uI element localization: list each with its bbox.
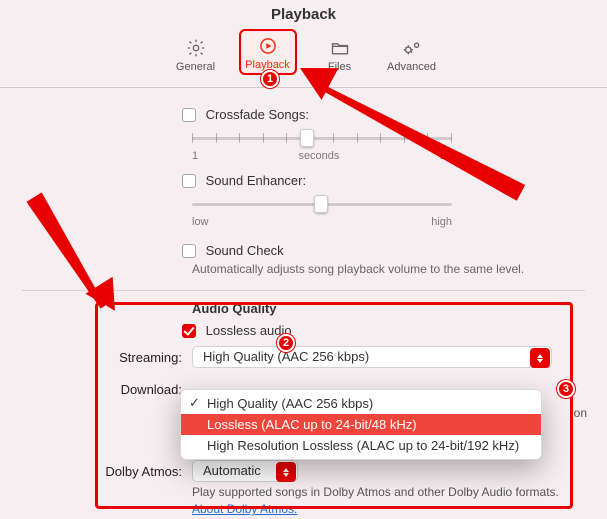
dolby-dropdown[interactable]: Automatic [192,460,298,482]
annotation-ring-3: 3 [557,380,575,398]
download-dropdown-menu: High Quality (AAC 256 kbps) Lossless (AL… [180,389,542,460]
audio-quality-title: Audio Quality [192,301,585,316]
annotation-ring-2: 2 [277,334,295,352]
soundcheck-hint: Automatically adjusts song playback volu… [192,262,585,276]
tab-general[interactable]: General [167,29,225,75]
play-circle-icon [258,35,278,57]
menu-item-hires-lossless[interactable]: High Resolution Lossless (ALAC up to 24-… [181,435,541,456]
enhancer-checkbox[interactable] [182,174,196,188]
enhancer-slider[interactable] [192,196,452,212]
menu-item-high-quality[interactable]: High Quality (AAC 256 kbps) [181,393,541,414]
annotation-ring-1: 1 [261,70,279,88]
lossless-checkbox[interactable] [182,324,196,338]
soundcheck-checkbox[interactable] [182,244,196,258]
chevron-updown-icon [530,348,550,368]
window-title: Playback [0,0,607,23]
crossfade-label: Crossfade Songs: [206,107,309,122]
gears-icon [401,37,423,59]
soundcheck-label: Sound Check [206,243,284,258]
streaming-dropdown[interactable]: High Quality (AAC 256 kbps) [192,346,552,368]
tab-playback[interactable]: Playback [239,29,297,75]
dolby-label: Dolby Atmos: [22,464,192,479]
dolby-link[interactable]: About Dolby Atmos. [192,502,297,516]
tab-advanced[interactable]: Advanced [383,29,441,75]
crossfade-checkbox[interactable] [182,108,196,122]
folder-icon [330,37,350,59]
dolby-hint: Play supported songs in Dolby Atmos and … [192,485,585,499]
enhancer-high: high [431,216,452,228]
download-label: Download: [22,382,192,397]
streaming-label: Streaming: [22,350,192,365]
enhancer-label: Sound Enhancer: [206,173,306,188]
menu-item-lossless[interactable]: Lossless (ALAC up to 24-bit/48 kHz) [181,414,541,435]
trailing-on-text: on [574,406,587,420]
gear-icon [186,37,206,59]
chevron-updown-icon [276,462,296,482]
tab-label: General [176,61,215,73]
crossfade-unit: seconds [198,150,440,162]
enhancer-low: low [192,216,209,228]
tab-label: Advanced [387,61,436,73]
dolby-value: Automatic [203,463,261,478]
